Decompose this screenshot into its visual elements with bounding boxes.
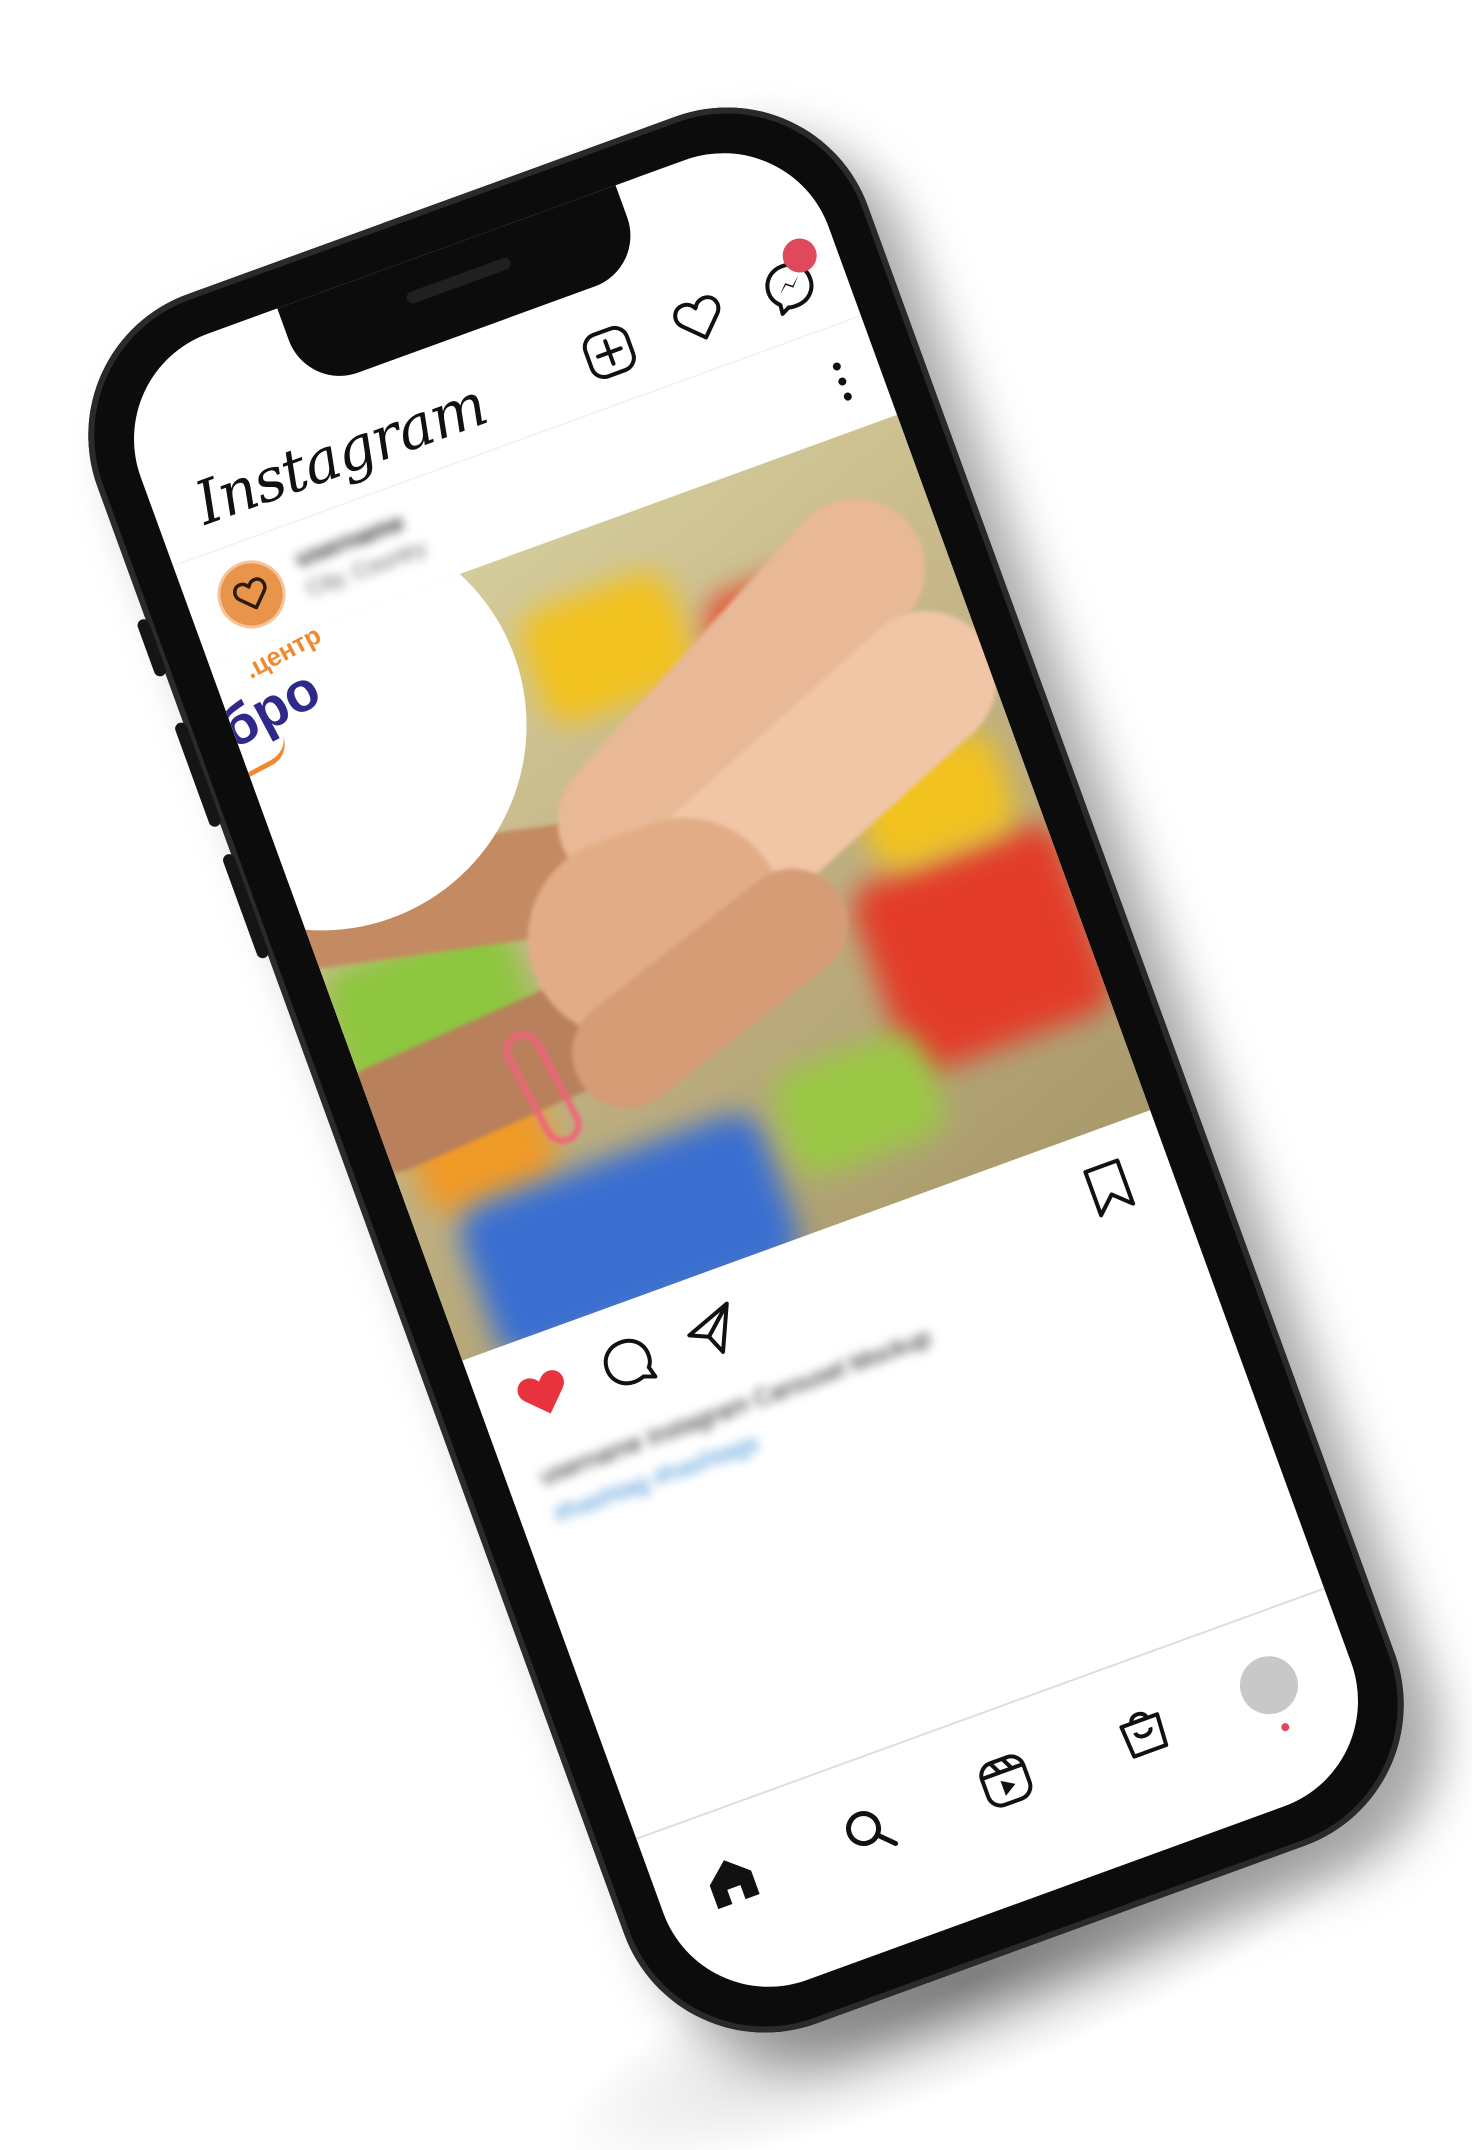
- search-icon[interactable]: [831, 1794, 905, 1868]
- home-icon[interactable]: [694, 1844, 768, 1918]
- speaker-grille: [404, 256, 513, 306]
- post-avatar[interactable]: [207, 550, 296, 639]
- phone-screen: Instagram username City, Country .центр …: [102, 121, 1390, 2019]
- mockup-scene: Instagram username City, Country .центр …: [0, 0, 1472, 2150]
- save-bookmark-icon[interactable]: [1072, 1151, 1146, 1225]
- more-options-icon[interactable]: [823, 350, 862, 413]
- like-heart-icon[interactable]: [506, 1357, 580, 1431]
- messenger-icon[interactable]: [755, 233, 824, 321]
- profile-notification-dot: [1280, 1722, 1291, 1733]
- phone-device: Instagram username City, Country .центр …: [46, 65, 1446, 2075]
- share-icon[interactable]: [676, 1295, 750, 1369]
- heart-logo-icon: [233, 577, 267, 610]
- comment-icon[interactable]: [591, 1326, 665, 1400]
- reels-icon[interactable]: [969, 1744, 1043, 1818]
- profile-avatar[interactable]: [1231, 1648, 1307, 1723]
- new-post-icon[interactable]: [575, 318, 644, 387]
- shop-icon[interactable]: [1106, 1694, 1180, 1768]
- activity-heart-icon[interactable]: [665, 285, 734, 354]
